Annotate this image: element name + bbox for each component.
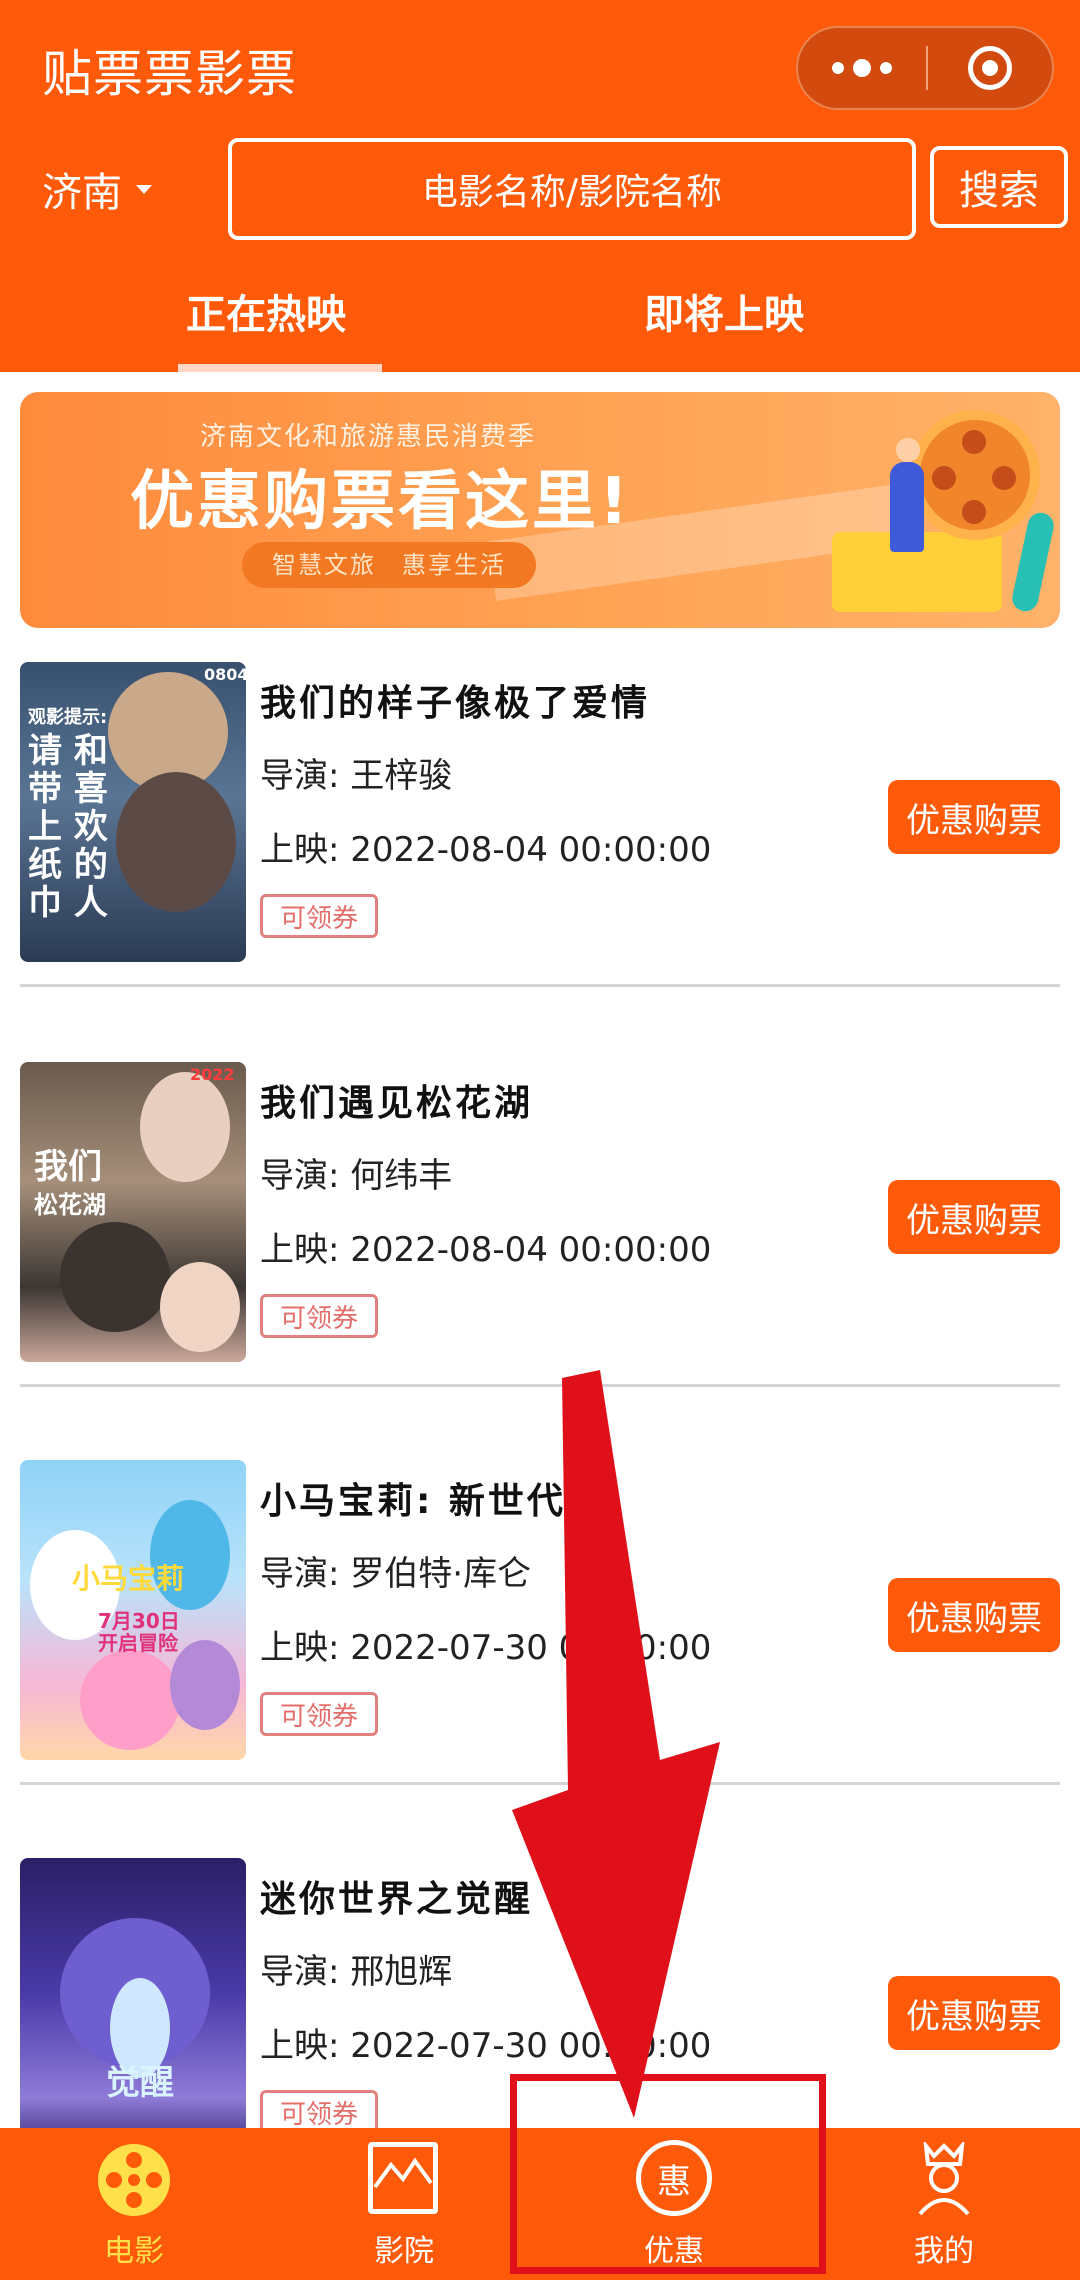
movie-release-date: 上映: 2022-08-04 00:00:00 — [260, 830, 712, 870]
search-input[interactable]: 电影名称/影院名称 — [228, 138, 916, 240]
city-label: 济南 — [42, 170, 122, 216]
mini-program-capsule — [796, 26, 1054, 110]
movie-title[interactable]: 我们遇见松花湖 — [260, 1074, 533, 1126]
movie-title[interactable]: 小马宝莉: 新世代 — [260, 1472, 566, 1524]
movie-release-date: 上映: 2022-07-30 00:00:00 — [260, 1628, 712, 1668]
nav-label: 电影 — [104, 2234, 164, 2269]
close-mini-program-icon[interactable] — [968, 46, 1012, 90]
poster-text: 上 欢 — [28, 807, 108, 847]
poster-text: 小马宝莉 — [72, 1562, 185, 1595]
figure-illustration — [890, 462, 924, 552]
poster-caption: 观影提示: — [28, 707, 108, 728]
buy-ticket-button[interactable]: 优惠购票 — [888, 780, 1060, 854]
movie-poster[interactable]: 我们 松花湖 2022 — [20, 1062, 246, 1362]
buy-ticket-button[interactable]: 优惠购票 — [888, 1180, 1060, 1254]
banner-subtitle: 济南文化和旅游惠民消费季 — [200, 422, 537, 452]
search-placeholder: 电影名称/影院名称 — [421, 172, 723, 213]
movie-item[interactable]: 小马宝莉 7月30日 开启冒险 小马宝莉: 新世代 导演: 罗伯特·库仑 上映:… — [20, 1460, 1060, 1858]
tab-now-showing[interactable]: 正在热映 — [186, 282, 346, 340]
poster-text: 请 和 — [28, 731, 108, 771]
poster-text: 我们 — [34, 1147, 102, 1187]
capsule-divider — [926, 46, 928, 90]
buy-ticket-button[interactable]: 优惠购票 — [888, 1578, 1060, 1652]
movie-director: 导演: 王梓骏 — [260, 756, 453, 796]
movie-poster[interactable]: 小马宝莉 7月30日 开启冒险 — [20, 1460, 246, 1760]
city-selector[interactable]: 济南 — [42, 160, 152, 218]
movie-title[interactable]: 我们的样子像极了爱情 — [260, 674, 650, 726]
nav-profile[interactable]: 我的 — [844, 2128, 1044, 2280]
coupon-badge[interactable]: 可领券 — [260, 1692, 378, 1736]
coupon-badge[interactable]: 可领券 — [260, 1294, 378, 1338]
annotation-highlight-box — [510, 2074, 826, 2274]
poster-badge: 2022 — [190, 1065, 235, 1084]
nav-label: 影院 — [374, 2234, 434, 2269]
movie-release-date: 上映: 2022-07-30 00:00:00 — [260, 2026, 712, 2066]
film-reel-illustration — [910, 410, 1040, 540]
movie-director: 导演: 邢旭辉 — [260, 1952, 453, 1992]
poster-text: 觉醒 — [106, 2063, 174, 2103]
movie-item[interactable]: 我们 松花湖 2022 我们遇见松花湖 导演: 何纬丰 上映: 2022-08-… — [20, 1062, 1060, 1460]
poster-text: 7月30日 — [98, 1609, 180, 1633]
poster-badge: 0804 — [204, 665, 246, 684]
more-menu-icon[interactable] — [798, 28, 926, 108]
profile-icon — [912, 2139, 976, 2216]
film-reel-icon — [98, 2144, 170, 2216]
active-tab-indicator — [178, 364, 382, 372]
poster-text: 带 喜 — [28, 769, 108, 809]
nav-movies[interactable]: 电影 — [34, 2128, 234, 2280]
divider — [20, 984, 1060, 987]
divider — [20, 1782, 1060, 1785]
divider — [20, 1384, 1060, 1387]
search-button[interactable]: 搜索 — [930, 146, 1068, 228]
banner-title: 优惠购票看这里! — [130, 465, 632, 539]
cinema-icon — [368, 2142, 438, 2214]
buy-ticket-button[interactable]: 优惠购票 — [888, 1976, 1060, 2050]
figure-illustration-head — [896, 438, 920, 462]
poster-text: 巾 人 — [28, 883, 108, 923]
coupon-badge[interactable]: 可领券 — [260, 894, 378, 938]
movie-director: 导演: 何纬丰 — [260, 1156, 453, 1196]
banner-tag: 智慧文旅 惠享生活 — [242, 542, 536, 588]
caret-down-icon — [136, 184, 152, 194]
movie-title[interactable]: 迷你世界之觉醒 — [260, 1870, 533, 1922]
poster-text: 纸 的 — [28, 845, 108, 885]
movie-director: 导演: 罗伯特·库仑 — [260, 1554, 532, 1594]
nav-cinemas[interactable]: 影院 — [304, 2128, 504, 2280]
promo-banner[interactable]: 济南文化和旅游惠民消费季 优惠购票看这里! 智慧文旅 惠享生活 — [20, 392, 1060, 628]
app-title: 贴票票影票 — [42, 45, 297, 103]
movie-release-date: 上映: 2022-08-04 00:00:00 — [260, 1230, 712, 1270]
poster-text: 开启冒险 — [98, 1631, 178, 1655]
tab-coming-soon[interactable]: 即将上映 — [644, 282, 804, 340]
header: 贴票票影票 济南 电影名称/影院名称 搜索 正在热映 即将上映 — [0, 0, 1080, 372]
plant-decoration — [1009, 510, 1057, 614]
movie-poster[interactable]: 觉醒 — [20, 1858, 246, 2158]
poster-text: 松花湖 — [34, 1191, 106, 1219]
movie-item[interactable]: 观影提示: 请 和 带 喜 上 欢 纸 的 巾 人 0804 我们的样子像极了爱… — [20, 662, 1060, 1060]
nav-label: 我的 — [914, 2234, 974, 2269]
movie-poster[interactable]: 观影提示: 请 和 带 喜 上 欢 纸 的 巾 人 0804 — [20, 662, 246, 962]
